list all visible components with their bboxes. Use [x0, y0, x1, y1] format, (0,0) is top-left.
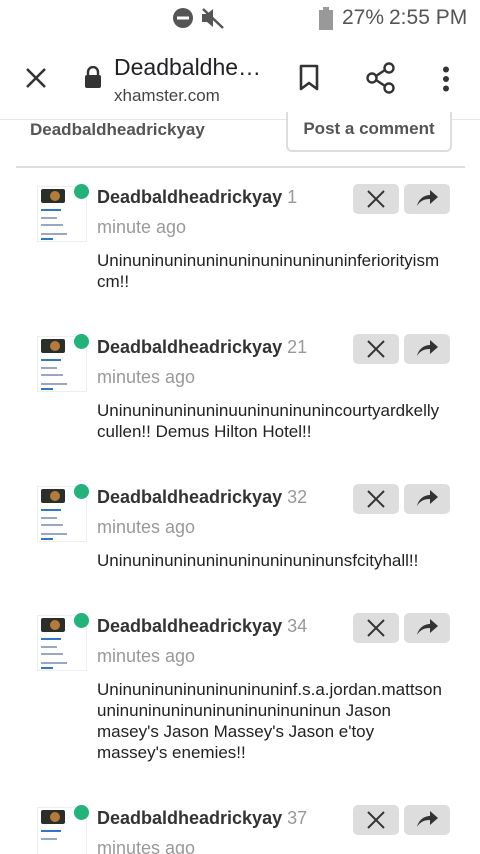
bookmark-icon[interactable] — [298, 64, 320, 92]
x-icon — [367, 340, 385, 358]
mute-icon — [202, 8, 224, 29]
divider — [16, 166, 465, 168]
reply-arrow-icon — [417, 190, 438, 206]
comment-meta: Deadbaldheadrickyay 37 minutes ago — [97, 803, 352, 854]
online-indicator — [74, 484, 89, 499]
status-bar: 27% 2:55 PM — [0, 0, 480, 36]
reply-button[interactable] — [404, 613, 450, 643]
comment-text: Uninuninuninuninuuninuninunincourtyardke… — [97, 401, 440, 441]
browser-toolbar: Deadbaldhe… xhamster.com — [0, 36, 480, 120]
close-icon[interactable] — [24, 66, 48, 90]
x-icon — [367, 190, 385, 208]
online-indicator — [74, 184, 89, 199]
reply-arrow-icon — [417, 490, 438, 506]
comment-text: Uninuninuninuninuninuninuninunsfcityhall… — [97, 551, 419, 570]
delete-button[interactable] — [353, 334, 399, 364]
x-icon — [367, 619, 385, 637]
online-indicator — [74, 613, 89, 628]
comment-meta: Deadbaldheadrickyay 34 minutes ago — [97, 611, 352, 671]
comment-author[interactable]: Deadbaldheadrickyay — [97, 187, 282, 207]
comment-meta: Deadbaldheadrickyay 1 minute ago — [97, 182, 352, 242]
comment-author[interactable]: Deadbaldheadrickyay — [97, 616, 282, 636]
comment-author[interactable]: Deadbaldheadrickyay — [97, 808, 282, 828]
comment-meta: Deadbaldheadrickyay 32 minutes ago — [97, 482, 352, 542]
battery-icon — [319, 7, 333, 30]
do-not-disturb-icon — [173, 8, 193, 28]
delete-button[interactable] — [353, 184, 399, 214]
delete-button[interactable] — [353, 484, 399, 514]
more-vert-icon[interactable] — [442, 66, 450, 92]
reply-button[interactable] — [404, 805, 450, 835]
online-indicator — [74, 334, 89, 349]
comments-header: Deadbaldheadrickyay Post a comment — [0, 112, 480, 162]
reply-button[interactable] — [404, 334, 450, 364]
reply-button[interactable] — [404, 184, 450, 214]
page-domain[interactable]: xhamster.com — [114, 86, 220, 106]
x-icon — [367, 490, 385, 508]
reply-arrow-icon — [417, 811, 438, 827]
x-icon — [367, 811, 385, 829]
online-indicator — [74, 805, 89, 820]
page-title[interactable]: Deadbaldhe… — [114, 54, 261, 81]
battery-percent: 27% — [342, 6, 385, 29]
post-comment-button[interactable]: Post a comment — [286, 112, 452, 152]
comment-author[interactable]: Deadbaldheadrickyay — [97, 487, 282, 507]
comment-text: Uninuninuninuninuninuninuninuninferiorit… — [97, 251, 440, 291]
reply-arrow-icon — [417, 619, 438, 635]
share-icon[interactable] — [366, 62, 396, 94]
reply-button[interactable] — [404, 484, 450, 514]
delete-button[interactable] — [353, 805, 399, 835]
reply-arrow-icon — [417, 340, 438, 356]
comment-text: Uninuninuninuninuninuninf.s.a.jordan.mat… — [97, 680, 442, 762]
header-username[interactable]: Deadbaldheadrickyay — [30, 120, 205, 140]
comment-author[interactable]: Deadbaldheadrickyay — [97, 337, 282, 357]
comment-meta: Deadbaldheadrickyay 21 minutes ago — [97, 332, 352, 392]
delete-button[interactable] — [353, 613, 399, 643]
lock-icon — [85, 66, 101, 88]
clock: 2:55 PM — [389, 6, 468, 29]
